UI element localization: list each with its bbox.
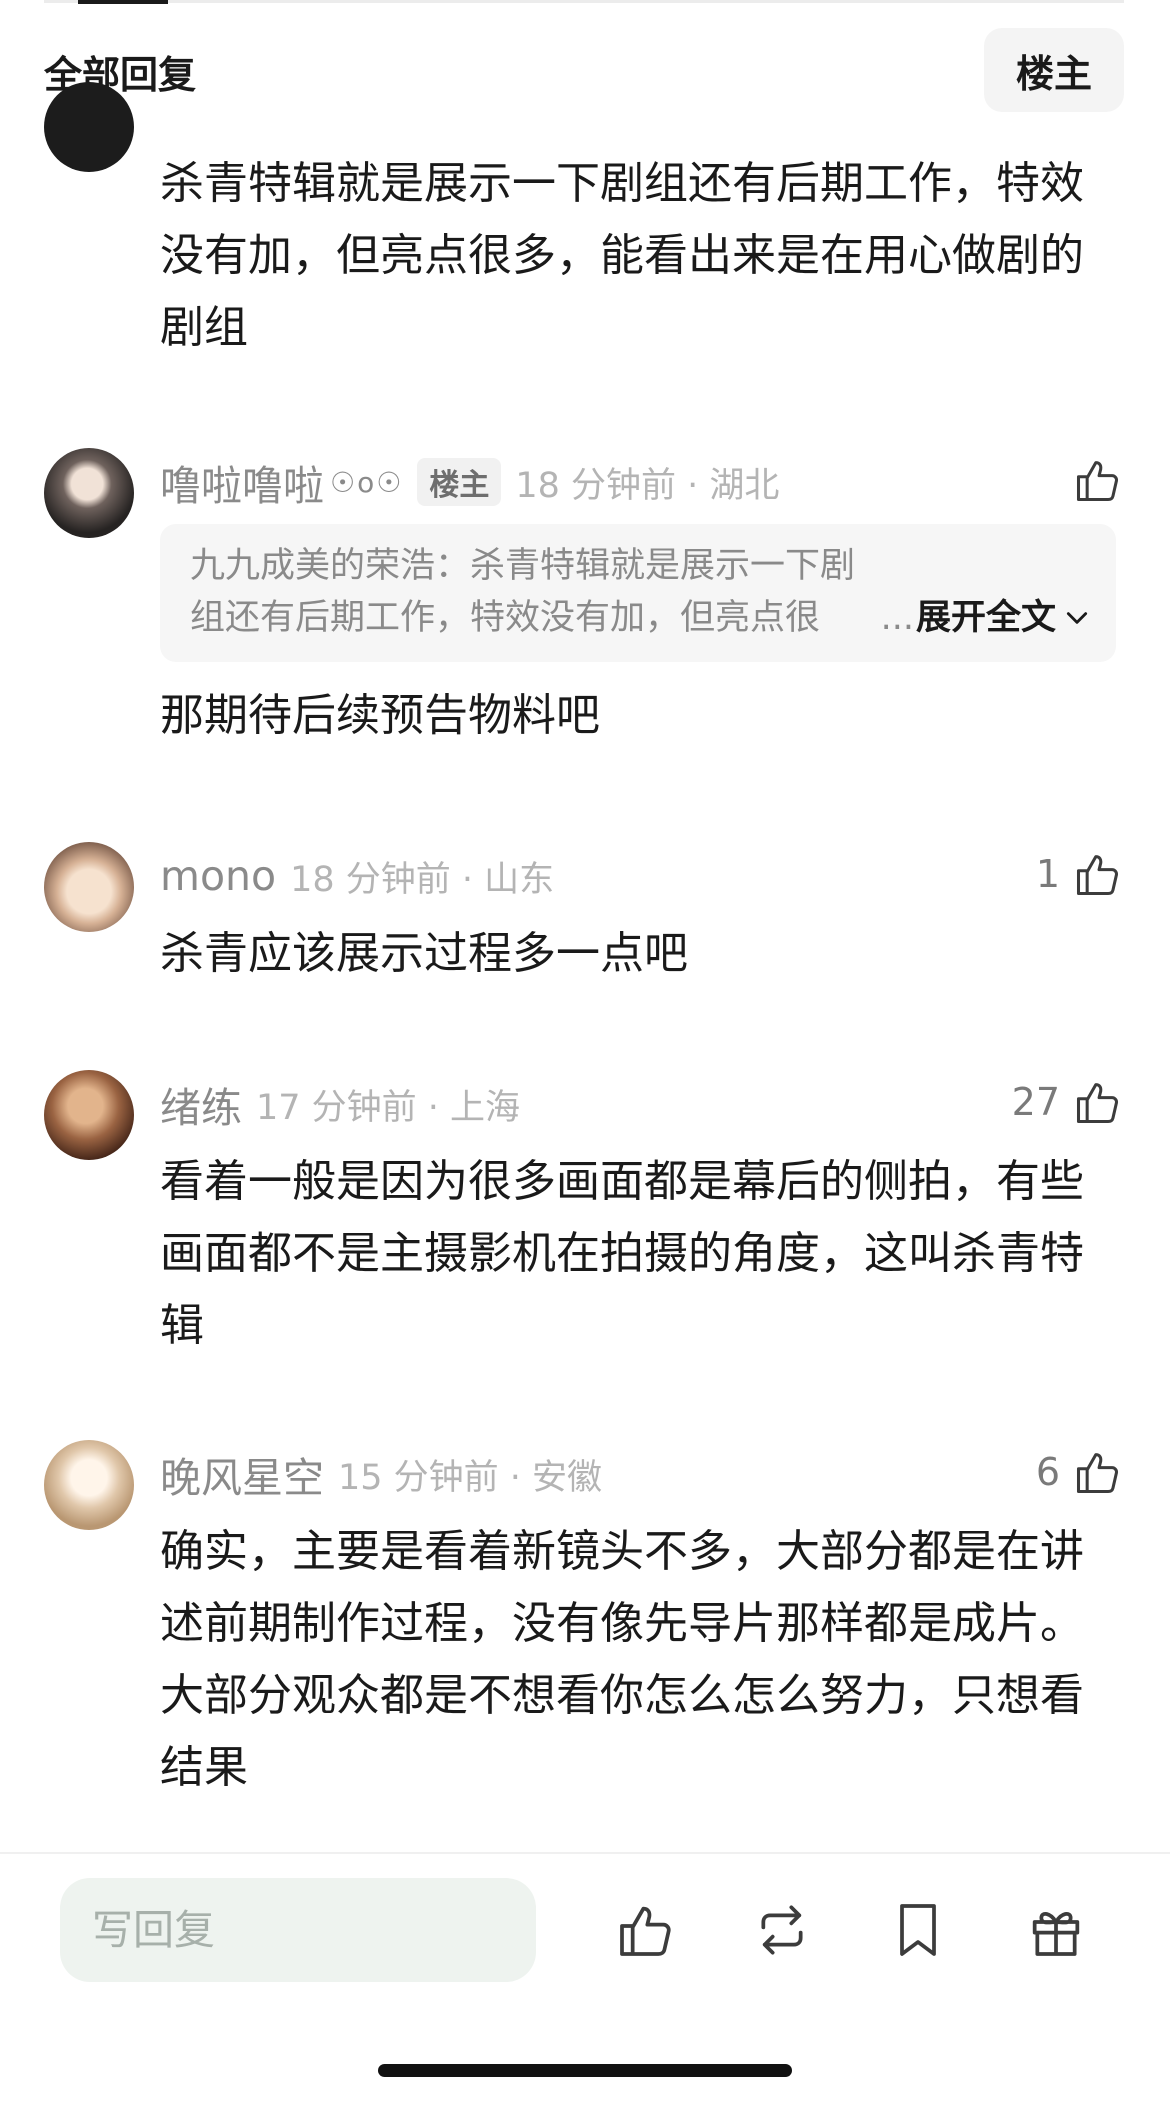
like-button[interactable]: 6 <box>1036 1440 1124 1504</box>
like-count: 6 <box>1035 1450 1060 1494</box>
thumbs-up-icon <box>1076 1083 1119 1124</box>
time-location: 18 分钟前 · 湖北 <box>515 465 780 506</box>
avatar[interactable] <box>44 1070 134 1160</box>
time-location: 18 分钟前 · 山东 <box>290 859 555 900</box>
comment-text: 看着一般是因为很多画面都是幕后的侧拍，有些画面都不是主摄影机在拍摄的角度，这叫杀… <box>160 1156 1084 1351</box>
avatar[interactable] <box>44 1440 134 1530</box>
thumbs-up-icon <box>1076 1453 1119 1494</box>
host-badge: 楼主 <box>417 458 502 506</box>
comment-meta: mono 18 分钟前 · 山东 <box>160 848 554 904</box>
like-button[interactable] <box>1060 448 1124 512</box>
avatar[interactable] <box>44 448 134 538</box>
comment-text: 杀青应该展示过程多一点吧 <box>160 928 688 979</box>
time-location: 15 分钟前 · 安徽 <box>338 1457 603 1498</box>
repost-icon[interactable] <box>750 1898 814 1962</box>
host-only-filter-button[interactable]: 楼主 <box>984 28 1124 112</box>
quoted-reply[interactable]: 九九成美的荣浩：杀青特辑就是展示一下剧组还有后期工作，特效没有加，但亮点很多， … <box>160 524 1116 662</box>
like-button[interactable]: 1 <box>1036 842 1124 906</box>
expand-label: 展开全文 <box>915 598 1056 638</box>
active-tab-indicator <box>78 0 168 4</box>
gift-icon[interactable] <box>1024 1898 1088 1962</box>
time-location: 17 分钟前 · 上海 <box>256 1087 521 1128</box>
comment-text: 那期待后续预告物料吧 <box>160 690 600 741</box>
like-button[interactable]: 27 <box>1012 1070 1124 1134</box>
username[interactable]: 绪练 <box>160 1074 242 1134</box>
reply-input[interactable]: 写回复 <box>60 1878 536 1982</box>
thumbs-up-icon <box>1076 461 1119 502</box>
replies-header: 全部回复 楼主 <box>44 28 1124 112</box>
ellipsis: ... <box>880 598 914 638</box>
comment-meta: 晚风星空 15 分钟前 · 安徽 <box>160 1446 602 1502</box>
like-count: 27 <box>1011 1080 1060 1124</box>
expand-full-text-link[interactable]: ... 展开全文 <box>876 592 1090 644</box>
like-icon[interactable] <box>614 1898 678 1962</box>
bottom-action-bar: 写回复 <box>0 1852 1170 2112</box>
username[interactable]: 晚风星空 <box>160 1444 324 1504</box>
comment-text: 杀青特辑就是展示一下剧组还有后期工作，特效没有加，但亮点很多，能看出来是在用心做… <box>160 158 1084 353</box>
comment-text: 确实，主要是看着新镜头不多，大部分都是在讲述前期制作过程，没有像先导片那样都是成… <box>160 1526 1084 1793</box>
top-divider <box>44 0 1124 3</box>
bookmark-icon[interactable] <box>886 1898 950 1962</box>
username[interactable]: 噜啦噜啦 <box>160 452 324 512</box>
chevron-down-icon <box>1066 612 1088 624</box>
comment-meta: 噜啦噜啦 ☉ᴏ☉ 楼主 18 分钟前 · 湖北 <box>160 454 779 510</box>
user-badge: ☉ᴏ☉ <box>330 465 404 499</box>
username[interactable]: mono <box>160 852 276 900</box>
like-count: 1 <box>1035 852 1060 896</box>
thumbs-up-icon <box>1076 855 1119 896</box>
comment-meta: 绪练 17 分钟前 · 上海 <box>160 1076 520 1132</box>
avatar[interactable] <box>44 82 134 172</box>
home-indicator <box>378 2064 792 2077</box>
avatar[interactable] <box>44 842 134 932</box>
